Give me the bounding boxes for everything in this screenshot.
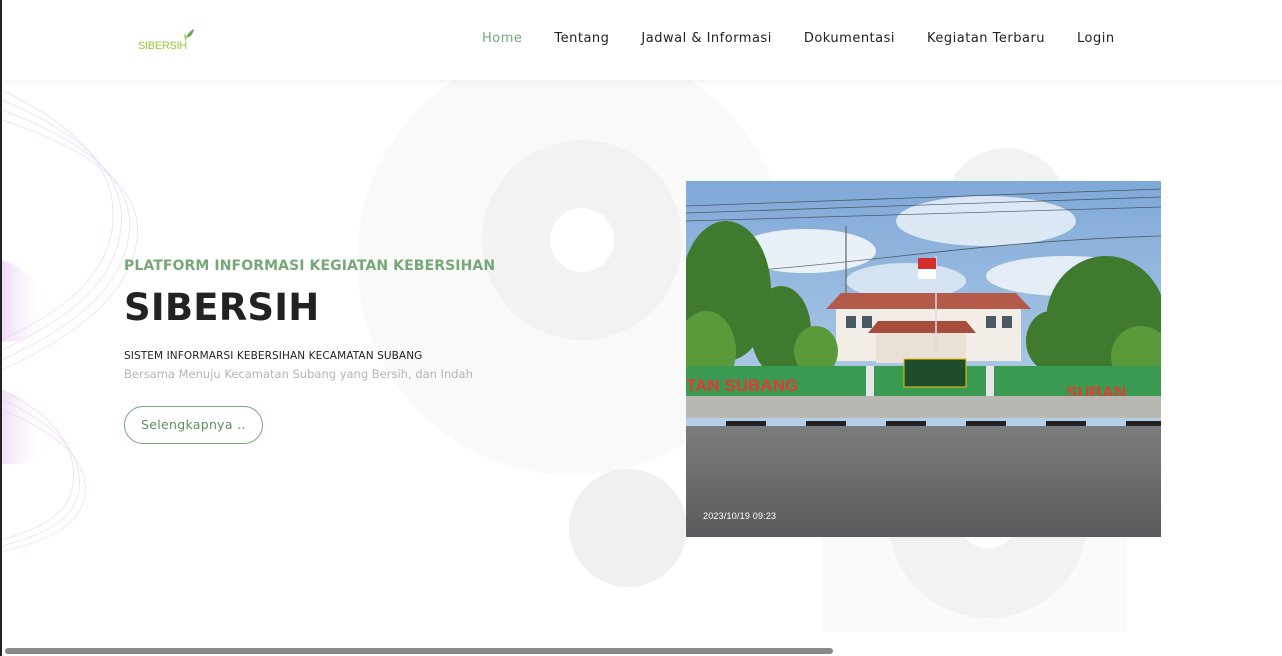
main-nav: Home Tentang Jadwal & Informasi Dokument… [482, 31, 1115, 46]
nav-login[interactable]: Login [1077, 31, 1115, 46]
horizontal-scrollbar[interactable] [2, 646, 1282, 656]
scrollbar-thumb[interactable] [5, 648, 833, 654]
nav-kegiatan-terbaru[interactable]: Kegiatan Terbaru [927, 31, 1045, 46]
hero-photo: TAN SUBANG SUBAN 2023/10/19 09:23 [686, 181, 1161, 537]
nav-tentang[interactable]: Tentang [554, 31, 609, 46]
read-more-button[interactable]: Selengkapnya .. [124, 406, 263, 444]
leaf-icon [184, 29, 194, 42]
nav-dokumentasi[interactable]: Dokumentasi [804, 31, 895, 46]
photo-sign-left: TAN SUBANG [686, 376, 798, 395]
nav-jadwal-informasi[interactable]: Jadwal & Informasi [641, 31, 771, 46]
logo-text: SIBERSIH [138, 40, 187, 52]
nav-home[interactable]: Home [482, 31, 522, 46]
hero-kicker: PLATFORM INFORMASI KEGIATAN KEBERSIHAN [124, 258, 496, 274]
hero-subtitle: SISTEM INFORMARSI KEBERSIHAN KECAMATAN S… [124, 350, 423, 362]
photo-timestamp: 2023/10/19 09:23 [703, 511, 777, 521]
window-left-edge [0, 0, 2, 656]
hero-description: Bersama Menuju Kecamatan Subang yang Ber… [124, 367, 473, 381]
hero-title: SIBERSIH [124, 286, 320, 329]
brand-logo[interactable]: SIBERSIH [138, 28, 194, 52]
office-photo-image: TAN SUBANG SUBAN [686, 181, 1161, 537]
hero-section: PLATFORM INFORMASI KEGIATAN KEBERSIHAN S… [124, 258, 495, 444]
navbar: SIBERSIH Home Tentang Jadwal & Informasi… [2, 0, 1282, 80]
